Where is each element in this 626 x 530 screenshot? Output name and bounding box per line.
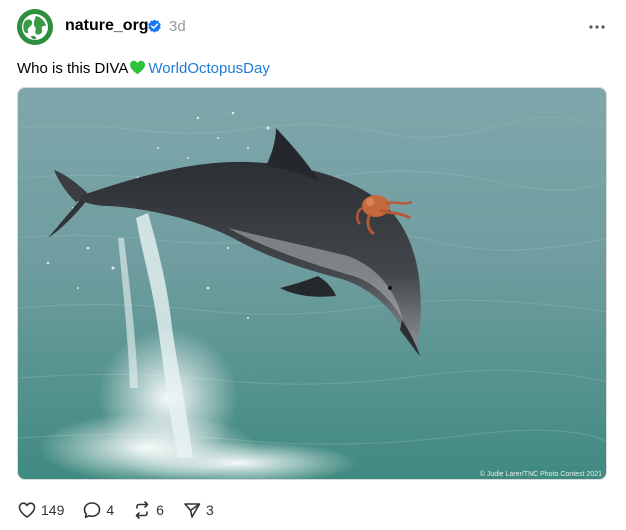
caption-text: Who is this DIVA — [17, 60, 129, 77]
post-timestamp: 3d — [169, 18, 186, 35]
username[interactable]: nature_org — [65, 17, 149, 35]
like-button[interactable]: 149 — [17, 500, 64, 520]
send-icon — [184, 503, 201, 518]
avatar[interactable] — [17, 9, 53, 45]
hashtag-link[interactable]: WorldOctopusDay — [148, 60, 269, 77]
repost-count: 6 — [156, 502, 164, 518]
green-heart-icon — [130, 60, 146, 75]
reply-count: 4 — [106, 502, 115, 518]
reply-button[interactable]: 4 — [82, 500, 114, 520]
share-count: 3 — [205, 502, 214, 518]
post-actions-bar: 149 4 6 3 — [17, 500, 232, 520]
like-count: 149 — [41, 502, 65, 518]
more-dots-icon[interactable] — [584, 17, 610, 37]
repost-icon — [135, 501, 149, 519]
globe-leaf-icon — [17, 9, 53, 45]
comment-icon — [84, 502, 101, 519]
share-button[interactable]: 3 — [182, 500, 214, 520]
heart-icon — [18, 502, 36, 518]
post-caption: Who is this DIVA WorldOctopusDay — [17, 60, 270, 77]
photo-credit: © Judie Larer/TNC Photo Contest 2021 — [480, 470, 602, 478]
repost-button[interactable]: 6 — [132, 500, 164, 520]
dolphin-octopus-photo: © Judie Larer/TNC Photo Contest 2021 — [18, 88, 606, 479]
post-photo[interactable]: © Judie Larer/TNC Photo Contest 2021 — [17, 87, 607, 480]
verified-badge-icon — [148, 19, 161, 33]
